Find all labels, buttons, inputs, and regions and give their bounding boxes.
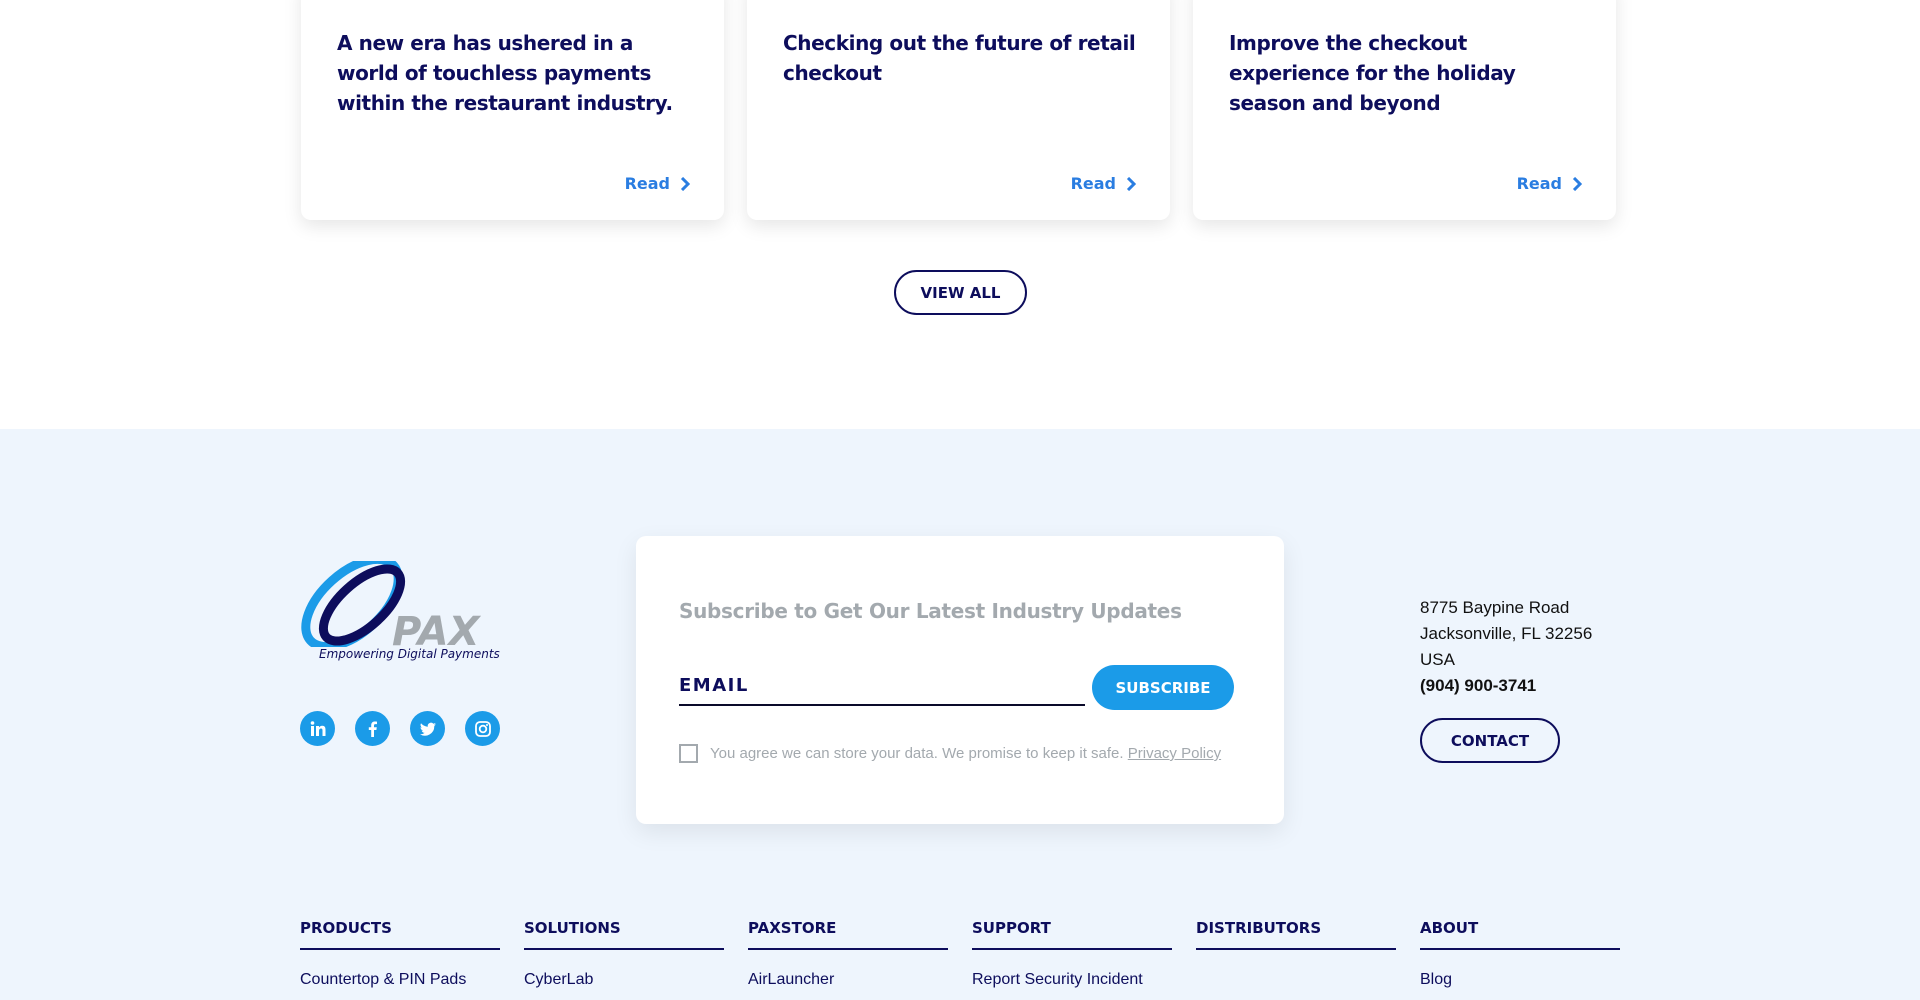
footer-nav-column-about: ABOUT Blog [1420, 919, 1620, 989]
read-link[interactable]: Read [1517, 174, 1582, 193]
read-link[interactable]: Read [625, 174, 690, 193]
read-label: Read [1516, 174, 1562, 193]
read-link[interactable]: Read [1071, 174, 1136, 193]
chevron-right-icon [1572, 176, 1582, 191]
footer-nav-heading[interactable]: SOLUTIONS [524, 919, 724, 950]
email-field[interactable] [679, 666, 1085, 706]
footer-nav-column-support: SUPPORT Report Security Incident [972, 919, 1172, 989]
address-line2: Jacksonville, FL 32256 [1420, 624, 1593, 643]
footer-nav-link[interactable]: CyberLab [524, 971, 724, 989]
footer-nav-link[interactable]: Countertop & PIN Pads [300, 971, 500, 989]
consent-label: You agree we can store your data. We pro… [710, 745, 1124, 762]
chevron-right-icon [680, 176, 690, 191]
footer: PAX Empowering Digital Payments Subscrib… [0, 429, 1920, 1000]
read-label: Read [624, 174, 670, 193]
logo-brand-text: PAX [392, 609, 482, 647]
footer-nav-column-paxstore: PAXSTORE AirLauncher [748, 919, 948, 989]
footer-nav-column-solutions: SOLUTIONS CyberLab [524, 919, 724, 989]
consent-row: You agree we can store your data. We pro… [679, 744, 1221, 763]
footer-nav-link[interactable]: AirLauncher [748, 971, 948, 989]
pax-logo[interactable]: PAX Empowering Digital Payments [300, 554, 502, 667]
chevron-right-icon [1126, 176, 1136, 191]
facebook-link[interactable] [355, 711, 390, 746]
footer-nav-link[interactable]: Blog [1420, 971, 1620, 989]
logo-tagline: Empowering Digital Payments [319, 647, 500, 661]
subscribe-title: Subscribe to Get Our Latest Industry Upd… [679, 599, 1182, 623]
blog-section: A new era has ushered in a world of touc… [0, 0, 1920, 429]
instagram-icon [474, 720, 491, 737]
footer-nav-heading[interactable]: DISTRIBUTORS [1196, 919, 1396, 950]
consent-text: You agree we can store your data. We pro… [710, 745, 1221, 762]
footer-nav-heading[interactable]: ABOUT [1420, 919, 1620, 950]
view-all-button[interactable]: VIEW ALL [894, 270, 1027, 315]
footer-nav-column-products: PRODUCTS Countertop & PIN Pads [300, 919, 500, 989]
contact-button[interactable]: CONTACT [1420, 718, 1560, 763]
blog-card-title: Improve the checkout experience for the … [1229, 31, 1516, 115]
blog-card[interactable]: Improve the checkout experience for the … [1193, 0, 1616, 220]
instagram-link[interactable] [465, 711, 500, 746]
linkedin-link[interactable] [300, 711, 335, 746]
social-links [300, 711, 500, 746]
phone-number[interactable]: (904) 900-3741 [1420, 673, 1592, 699]
read-label: Read [1070, 174, 1116, 193]
footer-nav-heading[interactable]: PRODUCTS [300, 919, 500, 950]
footer-nav-link[interactable]: Report Security Incident [972, 971, 1172, 989]
subscribe-button[interactable]: SUBSCRIBE [1092, 665, 1234, 710]
footer-nav: PRODUCTS Countertop & PIN Pads SOLUTIONS… [300, 919, 1620, 989]
privacy-policy-link[interactable]: Privacy Policy [1128, 745, 1221, 762]
blog-card[interactable]: A new era has ushered in a world of touc… [301, 0, 724, 220]
address-block: 8775 Baypine Road Jacksonville, FL 32256… [1420, 595, 1592, 699]
blog-card-title: A new era has ushered in a world of touc… [337, 31, 673, 115]
address-line1: 8775 Baypine Road [1420, 598, 1570, 617]
linkedin-icon [310, 720, 325, 736]
subscribe-card: Subscribe to Get Our Latest Industry Upd… [636, 536, 1284, 824]
twitter-icon [419, 722, 436, 736]
blog-card[interactable]: Checking out the future of retail checko… [747, 0, 1170, 220]
pax-logo-mark: PAX [301, 554, 482, 655]
footer-nav-heading[interactable]: PAXSTORE [748, 919, 948, 950]
twitter-link[interactable] [410, 711, 445, 746]
facebook-icon [368, 721, 377, 737]
address-line3: USA [1420, 650, 1455, 669]
footer-nav-column-distributors: DISTRIBUTORS [1196, 919, 1396, 989]
footer-nav-heading[interactable]: SUPPORT [972, 919, 1172, 950]
blog-card-title: Checking out the future of retail checko… [783, 31, 1136, 85]
consent-checkbox[interactable] [679, 744, 698, 763]
